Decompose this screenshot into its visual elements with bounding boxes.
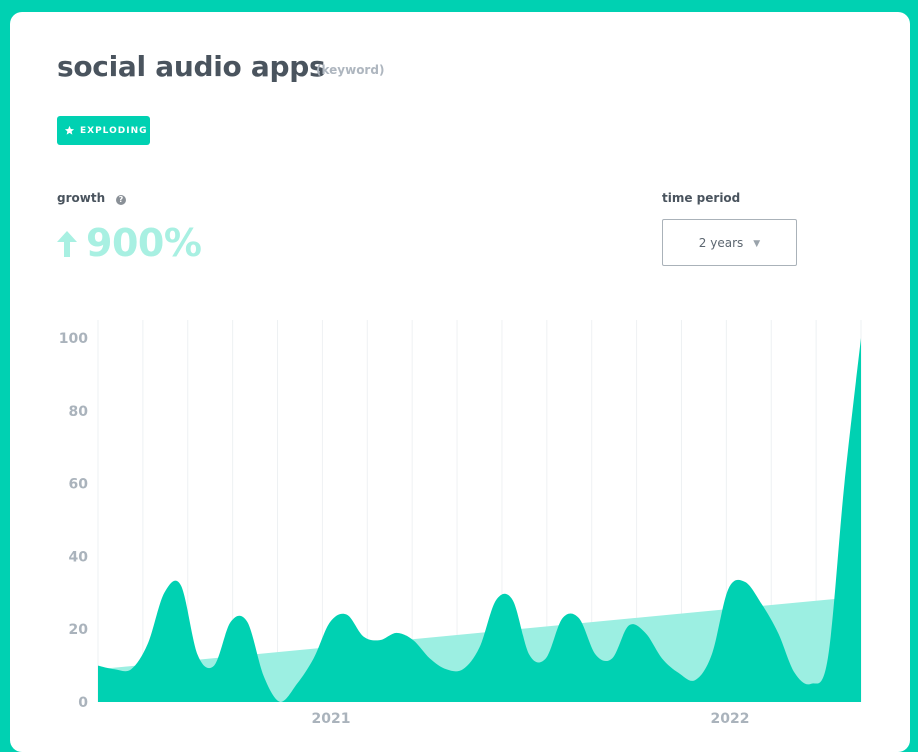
x-tick-label: 2022: [711, 711, 750, 727]
x-tick-label: 2021: [312, 711, 351, 727]
y-tick-label: 0: [78, 695, 88, 711]
y-tick-label: 20: [69, 622, 89, 638]
y-tick-label: 40: [69, 549, 89, 565]
series-area: [98, 338, 861, 702]
y-tick-label: 60: [69, 477, 89, 493]
search-volume-chart: 0 20 40 60 80 100 2021 2022: [59, 320, 862, 727]
y-tick-label: 80: [69, 404, 89, 420]
x-axis: 2021 2022: [312, 711, 750, 727]
y-axis: 0 20 40 60 80 100: [59, 331, 88, 711]
trend-card: social audio apps (keyword) EXPLODING gr…: [10, 12, 910, 752]
y-tick-label: 100: [59, 331, 88, 347]
